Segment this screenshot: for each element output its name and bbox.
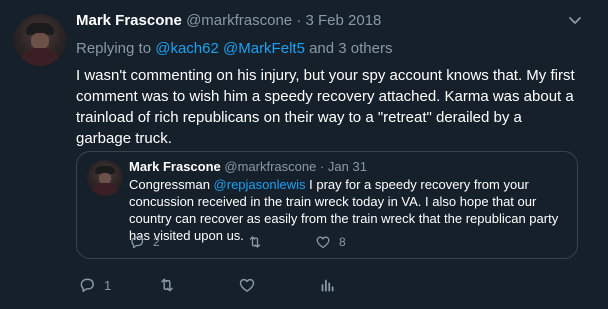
quoted-reply-count: 2 bbox=[153, 235, 160, 249]
reply-mention-kach62[interactable]: @kach62 bbox=[155, 40, 219, 57]
quoted-separator: · bbox=[316, 159, 328, 174]
reply-count: 1 bbox=[104, 277, 112, 293]
like-icon bbox=[316, 236, 330, 249]
reply-mention-markfelt5[interactable]: @MarkFelt5 bbox=[223, 40, 305, 57]
quoted-author-handle[interactable]: @markfrascone bbox=[224, 159, 316, 174]
retweet-icon bbox=[161, 278, 173, 292]
tweet-text: I wasn't commenting on his injury, but y… bbox=[76, 67, 575, 147]
analytics-button[interactable] bbox=[318, 276, 344, 294]
quoted-tweet[interactable]: Mark Frascone @markfrascone · Jan 31 Con… bbox=[76, 151, 578, 259]
chevron-down-icon[interactable] bbox=[568, 14, 582, 28]
quoted-mention[interactable]: @repjasonlewis bbox=[214, 177, 306, 192]
quoted-header: Mark Frascone @markfrascone · Jan 31 bbox=[129, 159, 367, 174]
author-handle[interactable]: @markfrascone bbox=[186, 12, 292, 29]
quoted-reply-button[interactable]: 2 bbox=[129, 234, 160, 250]
quoted-like-button[interactable]: 8 bbox=[315, 234, 346, 250]
tweet-actions: 1 bbox=[76, 276, 576, 296]
quoted-text-before: Congressman bbox=[129, 177, 214, 192]
reply-button[interactable]: 1 bbox=[78, 276, 111, 294]
quoted-avatar[interactable] bbox=[87, 160, 123, 196]
author-name[interactable]: Mark Frascone bbox=[76, 12, 182, 29]
reply-icon bbox=[131, 236, 144, 249]
tweet-avatar[interactable] bbox=[14, 14, 66, 66]
analytics-icon bbox=[321, 279, 334, 292]
quoted-author-name[interactable]: Mark Frascone bbox=[129, 159, 221, 174]
tweet-date[interactable]: 3 Feb 2018 bbox=[306, 12, 382, 29]
replying-to: Replying to @kach62 @MarkFelt5 and 3 oth… bbox=[76, 40, 392, 57]
reply-others[interactable]: and 3 others bbox=[305, 40, 392, 57]
separator: · bbox=[292, 12, 306, 29]
retweet-icon bbox=[249, 236, 261, 248]
quoted-actions: 2 8 bbox=[129, 234, 569, 252]
quoted-like-count: 8 bbox=[339, 235, 346, 249]
like-button[interactable] bbox=[238, 276, 264, 294]
quoted-date[interactable]: Jan 31 bbox=[328, 159, 367, 174]
tweet-header: Mark Frascone @markfrascone · 3 Feb 2018 bbox=[76, 12, 381, 29]
like-icon bbox=[239, 278, 255, 292]
quoted-retweet-button[interactable] bbox=[247, 234, 271, 250]
retweet-button[interactable] bbox=[158, 276, 184, 294]
replying-prefix: Replying to bbox=[76, 40, 156, 57]
reply-icon bbox=[80, 278, 94, 293]
